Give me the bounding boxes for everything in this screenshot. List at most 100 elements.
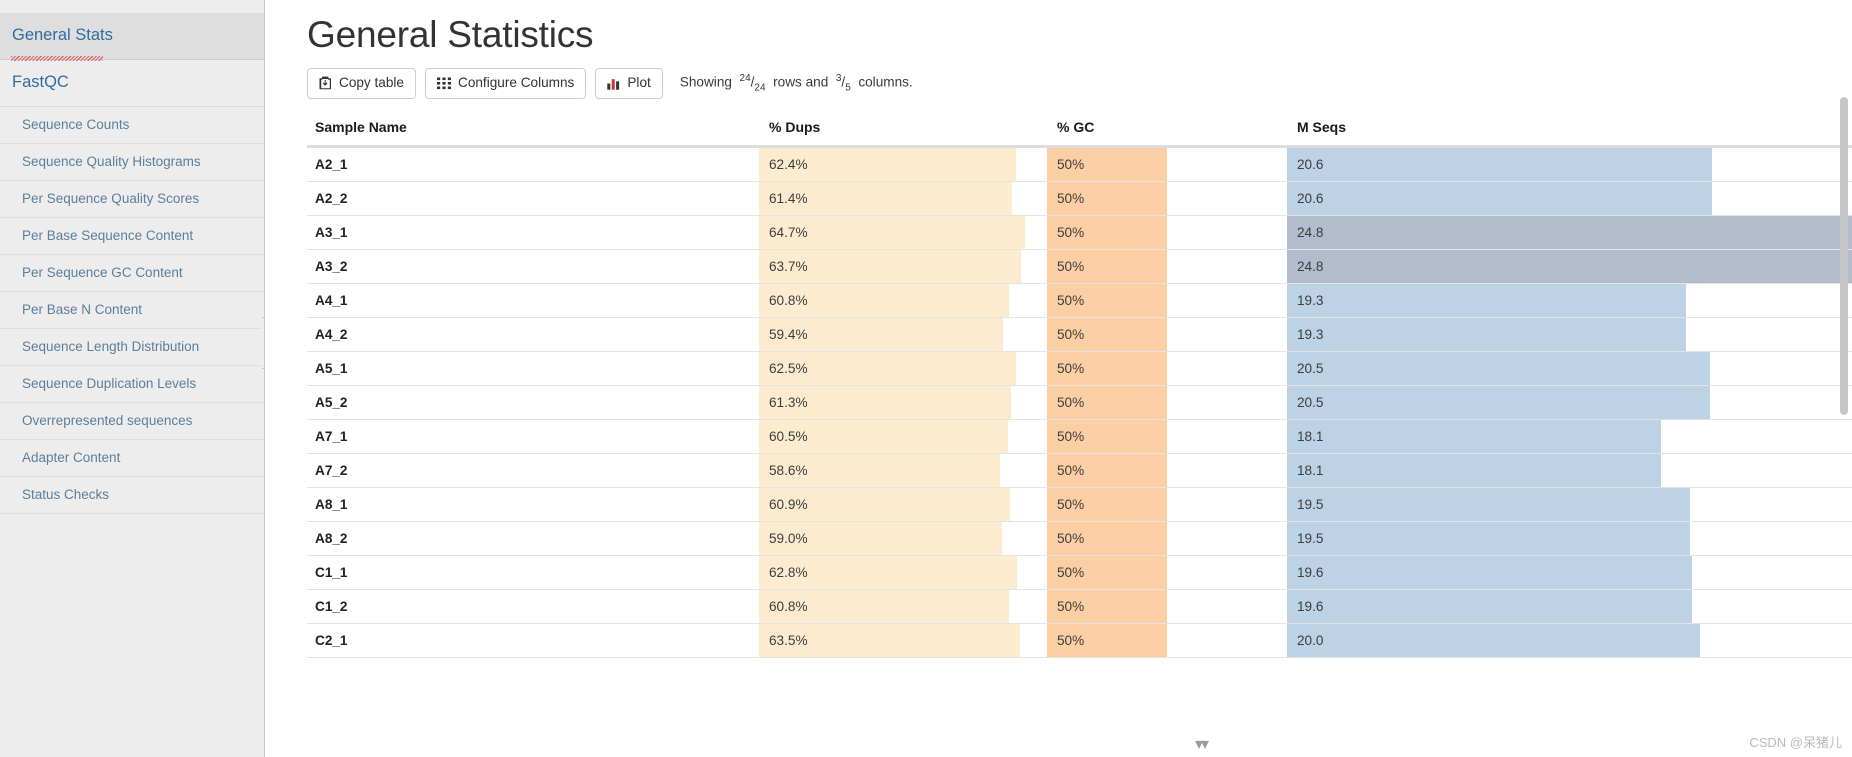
sidebar-general-stats-link[interactable]: General Stats bbox=[12, 26, 113, 45]
table-header-row: Sample Name % Dups % GC M Seqs bbox=[307, 112, 1852, 148]
scrollbar-thumb[interactable] bbox=[1840, 97, 1848, 415]
sidebar-item-label[interactable]: Per Base Sequence Content bbox=[22, 228, 193, 243]
table-vertical-scrollbar[interactable] bbox=[1840, 97, 1848, 622]
cell-pct-dups-bar: 60.8% bbox=[759, 589, 1047, 623]
table-resize-grip[interactable]: ▾▾ bbox=[1195, 734, 1209, 754]
cell-m-seqs: 24.8 bbox=[1287, 215, 1852, 250]
cell-pct-dups-value: 61.3% bbox=[769, 394, 808, 410]
sidebar-item-per-base-n-content[interactable]: Per Base N Content bbox=[0, 292, 264, 329]
sidebar-item-sequence-duplication-levels[interactable]: Sequence Duplication Levels bbox=[0, 366, 264, 403]
sidebar-item-sequence-counts[interactable]: Sequence Counts bbox=[0, 107, 264, 144]
sidebar-item-sequence-length-distribution[interactable]: Sequence Length Distribution bbox=[0, 329, 264, 366]
table-row[interactable]: A5_2 61.3% 50% 20.5 bbox=[307, 385, 1852, 420]
sidebar-item-label[interactable]: Per Sequence Quality Scores bbox=[22, 191, 199, 206]
sidebar-item-label[interactable]: Sequence Quality Histograms bbox=[22, 154, 201, 169]
plot-button[interactable]: Plot bbox=[595, 68, 663, 99]
column-header-pct-dups[interactable]: % Dups bbox=[759, 112, 1047, 148]
cell-pct-dups-bar: 59.0% bbox=[759, 521, 1047, 555]
sidebar-item-label[interactable]: Status Checks bbox=[22, 487, 109, 502]
cell-m-seqs-value: 19.3 bbox=[1297, 292, 1324, 308]
sidebar-item-label[interactable]: Sequence Length Distribution bbox=[22, 339, 199, 354]
cell-m-seqs: 20.5 bbox=[1287, 351, 1852, 386]
cell-m-seqs-bar: 19.3 bbox=[1287, 283, 1852, 317]
sidebar-item-label[interactable]: Adapter Content bbox=[22, 450, 120, 465]
cols-total-count: 5 bbox=[845, 82, 851, 94]
sidebar-item-status-checks[interactable]: Status Checks bbox=[0, 477, 264, 514]
sidebar-item-adapter-content[interactable]: Adapter Content bbox=[0, 440, 264, 477]
table-row[interactable]: C1_1 62.8% 50% 19.6 bbox=[307, 555, 1852, 590]
rows-word: rows and bbox=[773, 74, 829, 90]
cell-pct-gc-bar: 50% bbox=[1047, 487, 1287, 521]
sidebar-module-fastqc[interactable]: FastQC bbox=[0, 60, 264, 107]
plot-label: Plot bbox=[627, 75, 651, 90]
cell-m-seqs-value: 19.5 bbox=[1297, 530, 1324, 546]
table-row[interactable]: A8_1 60.9% 50% 19.5 bbox=[307, 487, 1852, 522]
cell-sample-name: A3_1 bbox=[307, 215, 759, 250]
cell-pct-dups-bar: 63.7% bbox=[759, 249, 1047, 283]
sidebar-item-label[interactable]: Sequence Counts bbox=[22, 117, 129, 132]
cell-m-seqs: 19.5 bbox=[1287, 487, 1852, 522]
cell-sample-name: C1_2 bbox=[307, 589, 759, 624]
cell-pct-gc-bar: 50% bbox=[1047, 215, 1287, 249]
cell-m-seqs-bar-fill bbox=[1287, 317, 1686, 351]
cell-sample-name: A7_2 bbox=[307, 453, 759, 488]
cell-pct-dups: 63.5% bbox=[759, 623, 1047, 658]
sidebar-item-per-base-sequence-content[interactable]: Per Base Sequence Content bbox=[0, 218, 264, 255]
column-header-pct-gc[interactable]: % GC bbox=[1047, 112, 1287, 148]
rows-total-count: 24 bbox=[754, 82, 766, 94]
sidebar-section-list: Sequence Counts Sequence Quality Histogra… bbox=[0, 107, 264, 514]
cell-m-seqs-value: 24.8 bbox=[1297, 258, 1324, 274]
cell-pct-gc-value: 50% bbox=[1057, 360, 1085, 376]
table-row[interactable]: A3_1 64.7% 50% 24.8 bbox=[307, 215, 1852, 250]
cell-m-seqs-value: 20.6 bbox=[1297, 156, 1324, 172]
cell-m-seqs-bar: 18.1 bbox=[1287, 453, 1852, 487]
cell-m-seqs-value: 20.6 bbox=[1297, 190, 1324, 206]
table-row[interactable]: A5_1 62.5% 50% 20.5 bbox=[307, 351, 1852, 386]
table-row[interactable]: A7_2 58.6% 50% 18.1 bbox=[307, 453, 1852, 488]
configure-columns-button[interactable]: Configure Columns bbox=[425, 68, 587, 99]
sidebar-item-overrepresented-sequences[interactable]: Overrepresented sequences bbox=[0, 403, 264, 440]
cell-pct-gc-bar: 50% bbox=[1047, 249, 1287, 283]
sidebar-item-label[interactable]: Sequence Duplication Levels bbox=[22, 376, 196, 391]
cell-pct-dups-value: 58.6% bbox=[769, 462, 808, 478]
cell-m-seqs-value: 24.8 bbox=[1297, 224, 1324, 240]
sidebar-item-label[interactable]: Per Base N Content bbox=[22, 302, 142, 317]
column-header-m-seqs[interactable]: M Seqs bbox=[1287, 112, 1852, 148]
sidebar-module-fastqc-link[interactable]: FastQC bbox=[12, 73, 69, 91]
cell-pct-dups: 61.3% bbox=[759, 385, 1047, 420]
cell-m-seqs: 19.3 bbox=[1287, 283, 1852, 318]
cell-sample-name: A2_1 bbox=[307, 146, 759, 182]
cell-m-seqs-bar: 18.1 bbox=[1287, 419, 1852, 453]
sidebar-item-per-sequence-quality-scores[interactable]: Per Sequence Quality Scores bbox=[0, 181, 264, 218]
cell-m-seqs: 19.6 bbox=[1287, 555, 1852, 590]
table-row[interactable]: C1_2 60.8% 50% 19.6 bbox=[307, 589, 1852, 624]
showing-rows-columns-status: Showing 24/24 rows and 3/5 columns. bbox=[679, 73, 913, 94]
table-row[interactable]: A2_2 61.4% 50% 20.6 bbox=[307, 181, 1852, 216]
sidebar-item-general-stats[interactable]: General Stats bbox=[0, 14, 264, 61]
copy-table-button[interactable]: Copy table bbox=[307, 68, 416, 99]
sidebar-item-per-sequence-gc-content[interactable]: Per Sequence GC Content bbox=[0, 255, 264, 292]
cell-pct-gc: 50% bbox=[1047, 146, 1287, 182]
sidebar-item-label[interactable]: Per Sequence GC Content bbox=[22, 265, 183, 280]
sidebar-item-label[interactable]: Overrepresented sequences bbox=[22, 413, 192, 428]
cell-pct-dups-value: 59.0% bbox=[769, 530, 808, 546]
table-row[interactable]: A3_2 63.7% 50% 24.8 bbox=[307, 249, 1852, 284]
cell-pct-gc-value: 50% bbox=[1057, 156, 1085, 172]
cell-m-seqs-bar-fill bbox=[1287, 555, 1692, 589]
cell-sample-name: A4_1 bbox=[307, 283, 759, 318]
cell-m-seqs-bar-fill bbox=[1287, 385, 1711, 419]
column-header-sample-name[interactable]: Sample Name bbox=[307, 112, 759, 148]
cell-pct-gc: 50% bbox=[1047, 521, 1287, 556]
table-row[interactable]: A2_1 62.4% 50% 20.6 bbox=[307, 146, 1852, 182]
table-row[interactable]: C2_1 63.5% 50% 20.0 bbox=[307, 623, 1852, 658]
table-row[interactable]: A4_2 59.4% 50% 19.3 bbox=[307, 317, 1852, 352]
cell-pct-gc-bar: 50% bbox=[1047, 589, 1287, 623]
table-row[interactable]: A4_1 60.8% 50% 19.3 bbox=[307, 283, 1852, 318]
cell-pct-gc-bar: 50% bbox=[1047, 453, 1287, 487]
cell-m-seqs-bar-fill bbox=[1287, 487, 1690, 521]
cell-pct-dups: 61.4% bbox=[759, 181, 1047, 216]
cell-pct-dups: 59.4% bbox=[759, 317, 1047, 352]
table-row[interactable]: A7_1 60.5% 50% 18.1 bbox=[307, 419, 1852, 454]
table-row[interactable]: A8_2 59.0% 50% 19.5 bbox=[307, 521, 1852, 556]
sidebar-item-sequence-quality-histograms[interactable]: Sequence Quality Histograms bbox=[0, 144, 264, 181]
